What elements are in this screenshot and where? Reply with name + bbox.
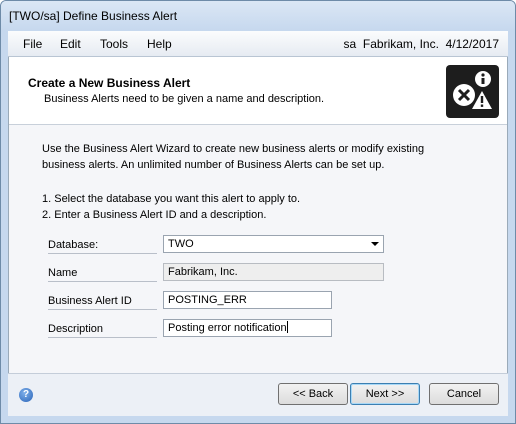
database-value: TWO: [168, 238, 194, 250]
session-company: Fabrikam, Inc.: [362, 37, 439, 51]
step-1-text: 1. Select the database you want this ale…: [42, 193, 301, 205]
alert-id-input[interactable]: POSTING_ERR: [163, 291, 332, 309]
window-title: [TWO/sa] Define Business Alert: [9, 9, 178, 23]
intro-line-1: Use the Business Alert Wizard to create …: [42, 143, 425, 155]
next-button[interactable]: Next >>: [350, 383, 420, 405]
description-label: Description: [48, 319, 157, 338]
back-button[interactable]: << Back: [278, 383, 348, 405]
intro-line-2: business alerts. An unlimited number of …: [42, 159, 385, 171]
wizard-footer: ? << Back Next >> Cancel: [8, 373, 508, 416]
step-2-text: 2. Enter a Business Alert ID and a descr…: [42, 209, 267, 221]
database-label: Database:: [48, 235, 157, 254]
help-icon[interactable]: ?: [19, 388, 33, 402]
session-info: sa Fabrikam, Inc. 4/12/2017: [344, 37, 499, 51]
wizard-body: Use the Business Alert Wizard to create …: [9, 125, 507, 373]
menu-file[interactable]: File: [23, 37, 42, 51]
database-dropdown[interactable]: TWO: [163, 235, 384, 253]
description-input[interactable]: Posting error notification: [163, 319, 332, 337]
chevron-down-icon[interactable]: [371, 242, 379, 246]
wizard-header: Create a New Business Alert Business Ale…: [9, 57, 507, 125]
menu-bar: File Edit Tools Help sa Fabrikam, Inc. 4…: [8, 31, 508, 57]
name-label: Name: [48, 263, 157, 282]
title-bar[interactable]: [TWO/sa] Define Business Alert: [1, 1, 515, 31]
cancel-button[interactable]: Cancel: [429, 383, 499, 405]
menu-edit[interactable]: Edit: [60, 37, 81, 51]
text-cursor: [286, 321, 288, 333]
content-area: Create a New Business Alert Business Ale…: [8, 57, 508, 373]
alert-id-label: Business Alert ID: [48, 291, 157, 310]
wizard-title: Create a New Business Alert: [28, 76, 191, 90]
menu-help[interactable]: Help: [147, 37, 172, 51]
session-date: 4/12/2017: [445, 37, 499, 51]
menu-tools[interactable]: Tools: [100, 37, 128, 51]
description-value: Posting error notification: [168, 322, 287, 334]
session-user: sa: [343, 37, 357, 51]
business-alert-icon: [446, 65, 499, 118]
window-frame-right: [508, 31, 515, 423]
wizard-subtitle: Business Alerts need to be given a name …: [44, 93, 325, 105]
window-frame-left: [1, 31, 8, 423]
name-field: Fabrikam, Inc.: [163, 263, 384, 281]
define-business-alert-window: [TWO/sa] Define Business Alert File Edit…: [0, 0, 516, 424]
window-frame-bottom: [1, 415, 515, 423]
